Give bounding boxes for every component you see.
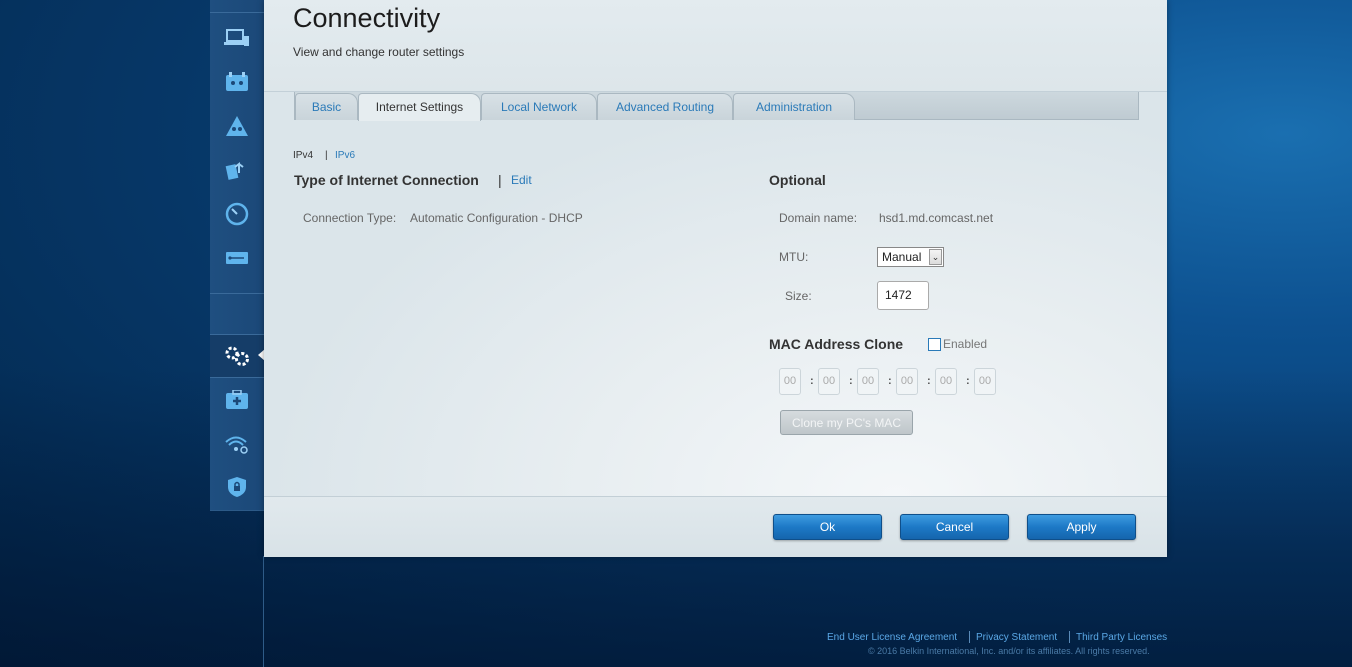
speed-test-icon[interactable] xyxy=(210,194,264,234)
sidebar-divider xyxy=(210,377,264,378)
connectivity-panel: Connectivity View and change router sett… xyxy=(264,0,1167,557)
connection-type-heading: Type of Internet Connection xyxy=(294,172,479,188)
optional-heading: Optional xyxy=(769,172,826,188)
domain-name-label: Domain name: xyxy=(779,211,858,225)
guest-network-icon[interactable] xyxy=(210,106,264,146)
mac-clone-enabled-checkbox[interactable] xyxy=(928,338,941,351)
ip-separator: | xyxy=(325,150,328,161)
page-subtitle: View and change router settings xyxy=(293,45,465,59)
size-label: Size: xyxy=(785,289,812,303)
ipv4-link[interactable]: IPv4 xyxy=(293,150,313,161)
troubleshooting-icon[interactable] xyxy=(210,380,264,420)
edit-link[interactable]: Edit xyxy=(511,173,532,187)
panel-header: Connectivity View and change router sett… xyxy=(264,0,1167,92)
mac-clone-heading: MAC Address Clone xyxy=(769,336,904,352)
connectivity-icon[interactable] xyxy=(210,335,265,377)
parental-controls-icon[interactable] xyxy=(210,62,264,102)
sidebar xyxy=(210,0,265,511)
tab-internet-settings[interactable]: Internet Settings xyxy=(358,93,481,121)
mtu-size-input[interactable]: 1472 xyxy=(877,281,929,310)
wireless-icon[interactable] xyxy=(210,424,264,464)
page-title: Connectivity xyxy=(293,3,441,33)
mac-separator: : xyxy=(927,375,931,387)
mac-separator: : xyxy=(849,375,853,387)
mac-separator: : xyxy=(888,375,892,387)
connection-type-value: Automatic Configuration - DHCP xyxy=(410,211,583,225)
domain-name-value: hsd1.md.comcast.net xyxy=(879,211,994,225)
panel-content: Basic Internet Settings Local Network Ad… xyxy=(264,92,1167,496)
footer-separator xyxy=(1069,631,1070,643)
tab-bar: Basic Internet Settings Local Network Ad… xyxy=(294,92,1139,121)
sidebar-divider xyxy=(210,12,264,13)
connection-type-label: Connection Type: xyxy=(303,211,397,225)
mac-octet-field[interactable]: 00 xyxy=(974,368,996,395)
mac-octet-field[interactable]: 00 xyxy=(818,368,840,395)
copyright-text: © 2016 Belkin International, Inc. and/or… xyxy=(868,646,1150,656)
mac-octet-field[interactable]: 00 xyxy=(779,368,801,395)
mac-separator: : xyxy=(810,375,814,387)
divider xyxy=(263,556,264,667)
tab-basic[interactable]: Basic xyxy=(295,93,358,120)
mtu-label: MTU: xyxy=(779,250,809,264)
mac-octet-field[interactable]: 00 xyxy=(857,368,879,395)
privacy-link[interactable]: Privacy Statement xyxy=(976,632,1057,643)
tab-advanced-routing[interactable]: Advanced Routing xyxy=(597,93,733,120)
heading-separator: | xyxy=(498,172,502,188)
sidebar-divider xyxy=(210,293,264,294)
eula-link[interactable]: End User License Agreement xyxy=(827,632,957,643)
tab-local-network[interactable]: Local Network xyxy=(481,93,597,120)
mac-octet-field[interactable]: 00 xyxy=(896,368,918,395)
mac-octet-field[interactable]: 00 xyxy=(935,368,957,395)
ok-button[interactable]: Ok xyxy=(773,514,882,540)
security-icon[interactable] xyxy=(210,467,264,507)
mtu-select-value: Manual xyxy=(882,250,922,264)
ipv6-link[interactable]: IPv6 xyxy=(335,150,355,161)
usb-storage-icon[interactable] xyxy=(210,238,264,278)
third-party-licenses-link[interactable]: Third Party Licenses xyxy=(1076,632,1167,643)
cancel-button[interactable]: Cancel xyxy=(900,514,1009,540)
clone-mac-button[interactable]: Clone my PC's MAC xyxy=(780,410,913,435)
chevron-down-icon[interactable]: ⌄ xyxy=(929,249,942,265)
mac-clone-enabled-label: Enabled xyxy=(943,337,988,351)
apply-button[interactable]: Apply xyxy=(1027,514,1136,540)
tab-administration[interactable]: Administration xyxy=(733,93,855,120)
mac-separator: : xyxy=(966,375,970,387)
footer-separator xyxy=(969,631,970,643)
devices-icon[interactable] xyxy=(210,18,264,58)
mtu-select[interactable]: Manual ⌄ xyxy=(877,247,944,267)
panel-footer: Ok Cancel Apply xyxy=(264,496,1167,557)
media-prioritization-icon[interactable] xyxy=(210,150,264,190)
